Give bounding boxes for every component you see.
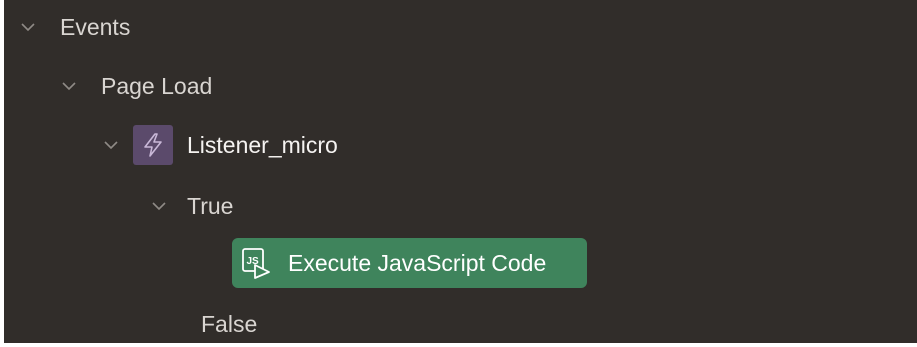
chevron-down-icon[interactable] [103, 137, 119, 153]
lightning-bolt-icon [133, 125, 173, 165]
action-execute-javascript[interactable]: JS Execute JavaScript Code [232, 238, 587, 288]
chevron-down-icon[interactable] [151, 198, 167, 214]
tree-node-label: True [187, 192, 234, 219]
chevron-down-icon[interactable] [20, 19, 36, 35]
tree-node-events[interactable]: Events [20, 7, 130, 47]
tree-node-label: False [201, 310, 258, 337]
tree-node-label: Page Load [101, 72, 213, 99]
tree-node-label: Listener_micro [187, 131, 338, 158]
bottom-border [0, 343, 917, 347]
chevron-down-icon[interactable] [61, 78, 77, 94]
action-label: Execute JavaScript Code [288, 249, 547, 276]
tree-node-label: Events [60, 13, 131, 40]
tree-node-listener[interactable]: Listener_micro [103, 125, 338, 165]
tree-node-true[interactable]: True [151, 186, 233, 226]
tree-panel: Events Page Load Listener_micro True JS … [4, 0, 917, 343]
tree-node-false[interactable]: False [201, 304, 257, 344]
tree-node-page-load[interactable]: Page Load [61, 66, 212, 106]
javascript-code-icon: JS [239, 246, 273, 280]
